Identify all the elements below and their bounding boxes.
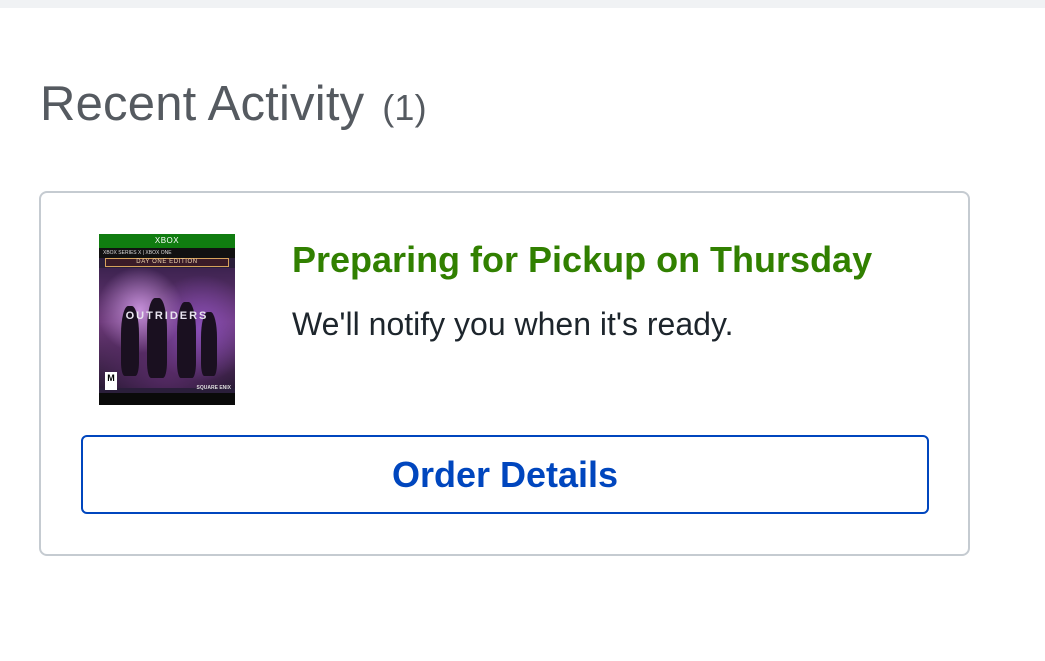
platform-bar: XBOX SERIES X | XBOX ONE (99, 248, 235, 258)
order-status-title: Preparing for Pickup on Thursday (292, 239, 873, 280)
game-logo-text: OUTRIDERS (125, 310, 209, 322)
esrb-rating-icon: M (105, 372, 117, 390)
activity-card: XBOX XBOX SERIES X | XBOX ONE DAY ONE ED… (39, 191, 970, 556)
order-status-description: We'll notify you when it's ready. (292, 306, 734, 342)
box-art-image (99, 268, 235, 388)
top-divider-strip (0, 0, 1045, 8)
xbox-brand-bar: XBOX (99, 234, 235, 248)
box-bottom-bar (99, 393, 235, 405)
section-title-text: Recent Activity (40, 77, 365, 131)
product-thumbnail[interactable]: XBOX XBOX SERIES X | XBOX ONE DAY ONE ED… (99, 234, 235, 405)
publisher-logo: SQUARE ENIX (196, 385, 231, 391)
section-title: Recent Activity (1) (40, 76, 427, 132)
order-details-button[interactable]: Order Details (81, 435, 929, 514)
edition-banner: DAY ONE EDITION (105, 258, 229, 267)
activity-count: (1) (382, 87, 427, 128)
